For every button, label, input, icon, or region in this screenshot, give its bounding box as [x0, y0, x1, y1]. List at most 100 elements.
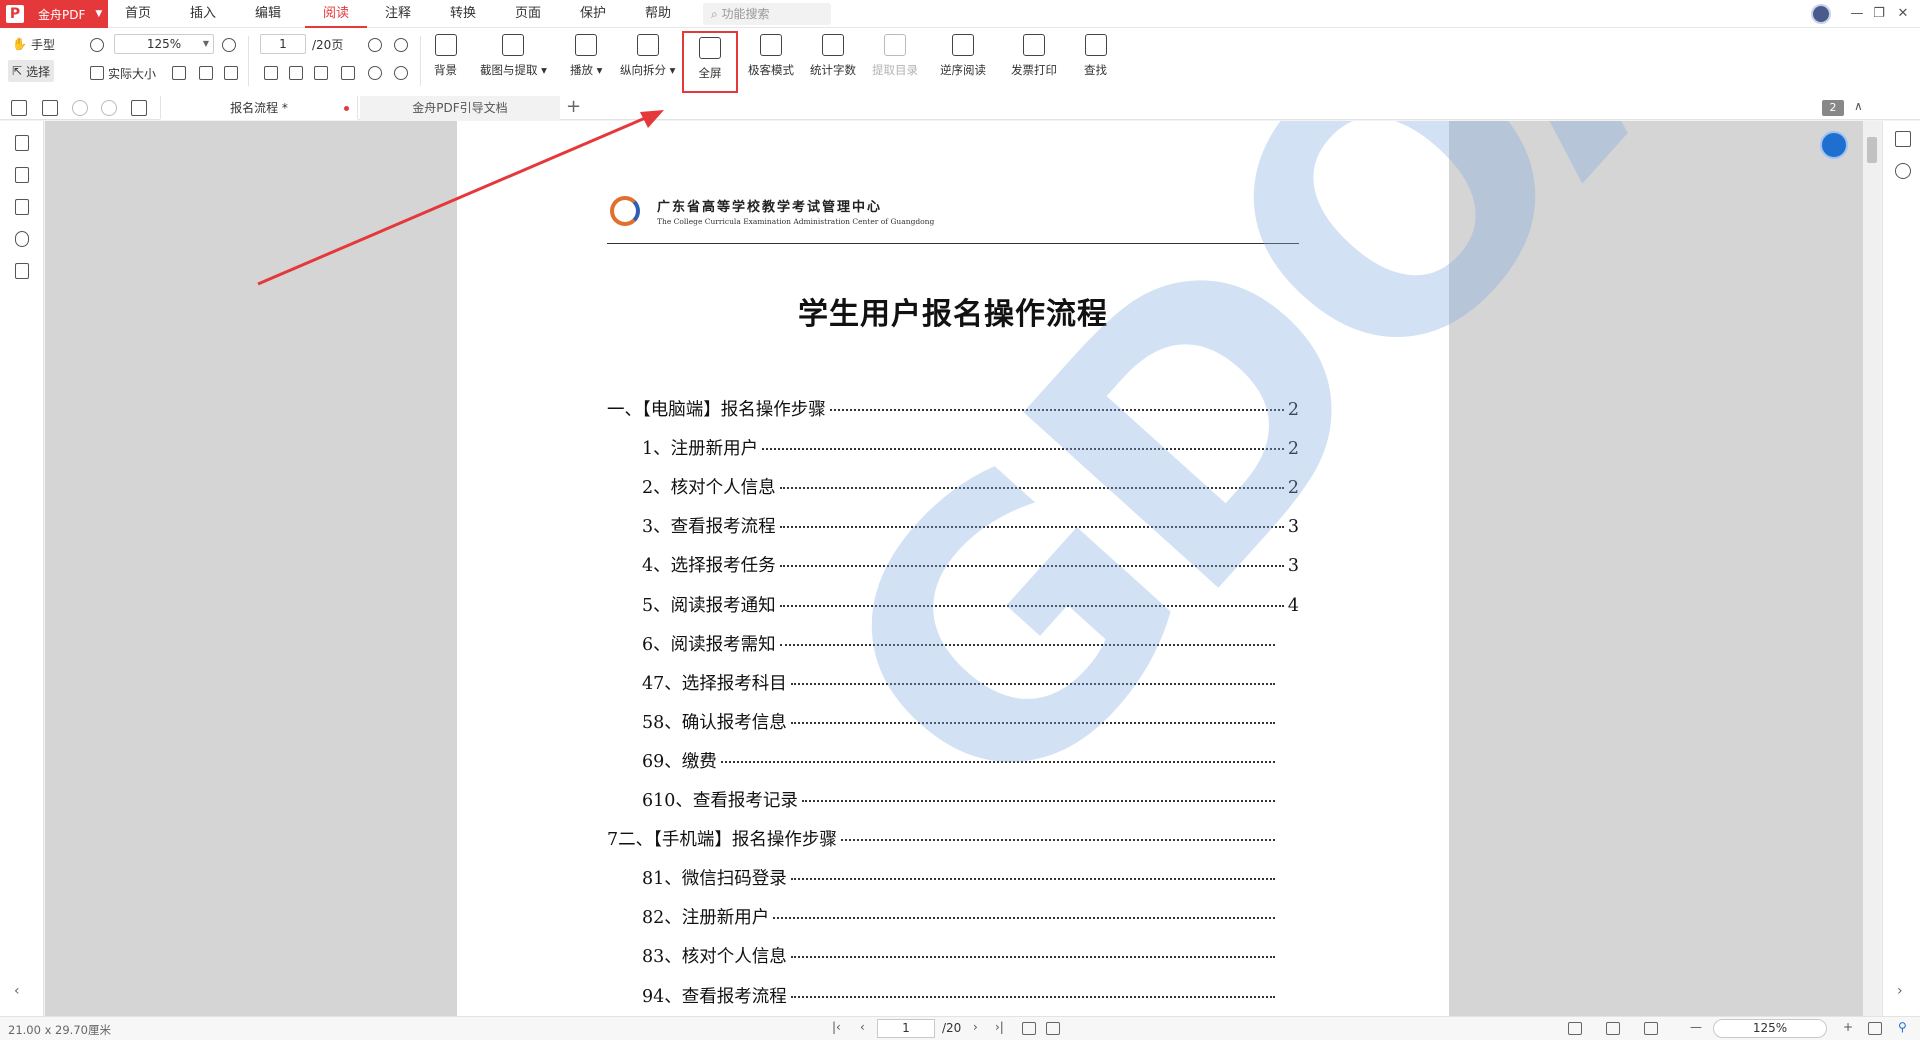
toc-entry[interactable]: 94、查看报考流程 [642, 983, 1289, 1009]
page-number-input[interactable]: 1 [260, 34, 306, 54]
toc-entry[interactable]: 7二、【手机端】报名操作步骤 [607, 826, 1289, 852]
actual-size-button[interactable]: 实际大小 [90, 62, 156, 84]
zoom-out-icon[interactable]: — [1690, 1020, 1702, 1034]
collapse-left-icon[interactable]: ‹ [14, 983, 20, 999]
go-forward-icon[interactable] [1046, 1022, 1060, 1035]
rotate-right-icon[interactable] [368, 66, 382, 80]
add-tab-icon[interactable]: + [566, 96, 581, 118]
select-tool-button[interactable]: ⇱ 选择 [8, 60, 55, 82]
collapse-ribbon-icon[interactable]: ∧ [1854, 99, 1863, 113]
settings-sliders-icon[interactable] [1895, 131, 1911, 147]
extract-toc-button[interactable]: 提取目录 [872, 34, 918, 78]
toc-entry-page: 2 [1287, 478, 1299, 499]
menu-help[interactable]: 帮助 [630, 0, 686, 28]
prev-page-icon[interactable] [368, 38, 382, 52]
toc-entry[interactable]: 82、注册新用户 [642, 904, 1289, 930]
toc-entry[interactable]: 69、缴费 [642, 748, 1289, 774]
toc-entry[interactable]: 58、确认报考信息 [642, 709, 1289, 735]
print-icon[interactable] [11, 100, 27, 116]
vertical-split-button[interactable]: 纵向拆分 ▾ [620, 34, 675, 78]
double-page-icon[interactable] [289, 66, 303, 80]
bookmark-icon[interactable] [15, 135, 29, 151]
document-tab-bar: 报名流程 * 金舟PDF引导文档 + 2 ∧ [0, 96, 1920, 120]
zoom-in-icon[interactable] [222, 38, 236, 52]
toc-entry[interactable]: 一、【电脑端】报名操作步骤 2 [607, 396, 1299, 422]
menu-convert[interactable]: 转换 [435, 0, 491, 28]
search-icon[interactable] [1895, 163, 1911, 179]
book-view-icon[interactable] [314, 66, 328, 80]
menu-protect[interactable]: 保护 [565, 0, 621, 28]
zoom-in-icon[interactable]: + [1843, 1020, 1853, 1034]
geek-mode-button[interactable]: 极客模式 [748, 34, 794, 78]
continuous-view-icon[interactable] [341, 66, 355, 80]
tab-registration-flow[interactable]: 报名流程 * [160, 96, 358, 120]
menu-annotate[interactable]: 注释 [370, 0, 426, 28]
comments-icon[interactable] [15, 199, 29, 215]
text-view-icon[interactable] [224, 66, 238, 80]
pin-icon[interactable]: ⚲ [1898, 1020, 1907, 1034]
menu-edit[interactable]: 编辑 [240, 0, 296, 28]
background-color-icon[interactable] [1568, 1022, 1582, 1035]
scrollbar-thumb[interactable] [1867, 137, 1877, 163]
toc-entry[interactable]: 83、核对个人信息 [642, 943, 1289, 969]
zoom-out-icon[interactable] [90, 38, 104, 52]
fullscreen-button[interactable]: 全屏 [682, 31, 738, 93]
toc-entry[interactable]: 1、注册新用户 2 [642, 435, 1299, 461]
toc-leader-dots [720, 760, 1275, 763]
prev-page-icon[interactable]: ‹ [860, 1020, 865, 1034]
status-page-input[interactable]: 1 [877, 1019, 935, 1038]
home-icon[interactable] [131, 100, 147, 116]
fit-width-icon[interactable] [199, 66, 213, 80]
single-page-icon[interactable] [264, 66, 278, 80]
reverse-read-button[interactable]: 逆序阅读 [940, 34, 986, 78]
page-layout-icon[interactable] [1606, 1022, 1620, 1035]
word-count-button[interactable]: 统计字数 [810, 34, 856, 78]
play-button[interactable]: 播放 ▾ [570, 34, 602, 78]
vertical-scrollbar[interactable] [1863, 121, 1881, 1016]
image-panel-icon[interactable] [15, 263, 29, 279]
background-button[interactable]: 背景 [434, 34, 457, 78]
function-search-input[interactable]: ⌕ 功能搜索 [703, 3, 831, 25]
tab-guide-document[interactable]: 金舟PDF引导文档 [360, 96, 560, 120]
fit-icon[interactable] [1868, 1022, 1882, 1035]
toc-entry[interactable]: 4、选择报考任务 3 [642, 552, 1299, 578]
toc-leader-dots [801, 800, 1275, 802]
toc-entry[interactable]: 610、查看报考记录 [642, 787, 1289, 813]
zoom-select[interactable]: 125% ▼ [114, 34, 214, 54]
toc-entry[interactable]: 47、选择报考科目 [642, 670, 1289, 696]
undo-icon[interactable] [72, 100, 88, 116]
rotate-left-icon[interactable] [394, 66, 408, 80]
thumbnails-icon[interactable] [15, 167, 29, 183]
menu-read[interactable]: 阅读 [305, 0, 367, 28]
toc-entry[interactable]: 3、查看报考流程 3 [642, 513, 1299, 539]
toc-entry[interactable]: 2、核对个人信息 2 [642, 474, 1299, 500]
invoice-print-label: 发票打印 [1011, 63, 1057, 77]
view-mode-icon[interactable] [1644, 1022, 1658, 1035]
save-icon[interactable] [42, 100, 58, 116]
find-button[interactable]: 查找 [1084, 34, 1107, 78]
toc-entry[interactable]: 6、阅读报考需知 [642, 631, 1289, 657]
attachment-icon[interactable] [15, 231, 29, 247]
close-icon[interactable]: ✕ [1886, 0, 1920, 28]
hand-tool-button[interactable]: ✋ 手型 [12, 33, 55, 55]
next-page-icon[interactable]: › [973, 1020, 978, 1034]
first-page-icon[interactable]: |‹ [832, 1020, 841, 1034]
screenshot-extract-button[interactable]: 截图与提取 ▾ [480, 34, 547, 78]
toc-entry[interactable]: 5、阅读报考通知 4 [642, 592, 1299, 618]
status-zoom-select[interactable]: 125% [1713, 1019, 1827, 1038]
go-back-icon[interactable] [1022, 1022, 1036, 1035]
ai-assistant-button[interactable] [1820, 131, 1848, 159]
menu-page[interactable]: 页面 [500, 0, 556, 28]
menu-home[interactable]: 首页 [110, 0, 166, 28]
invoice-print-button[interactable]: 发票打印 [1011, 34, 1057, 78]
next-page-icon[interactable] [394, 38, 408, 52]
document-viewer[interactable]: 广东省高等学校教学考试管理中心 The College Curricula Ex… [45, 121, 1863, 1016]
user-avatar[interactable] [1811, 4, 1831, 24]
redo-icon[interactable] [101, 100, 117, 116]
menu-insert[interactable]: 插入 [175, 0, 231, 28]
last-page-icon[interactable]: ›| [995, 1020, 1004, 1034]
toc-entry[interactable]: 81、微信扫码登录 [642, 865, 1289, 891]
expand-right-icon[interactable]: › [1897, 983, 1903, 999]
fit-page-icon[interactable] [172, 66, 186, 80]
app-menu-button[interactable]: P 金舟PDF ▼ [0, 0, 108, 28]
